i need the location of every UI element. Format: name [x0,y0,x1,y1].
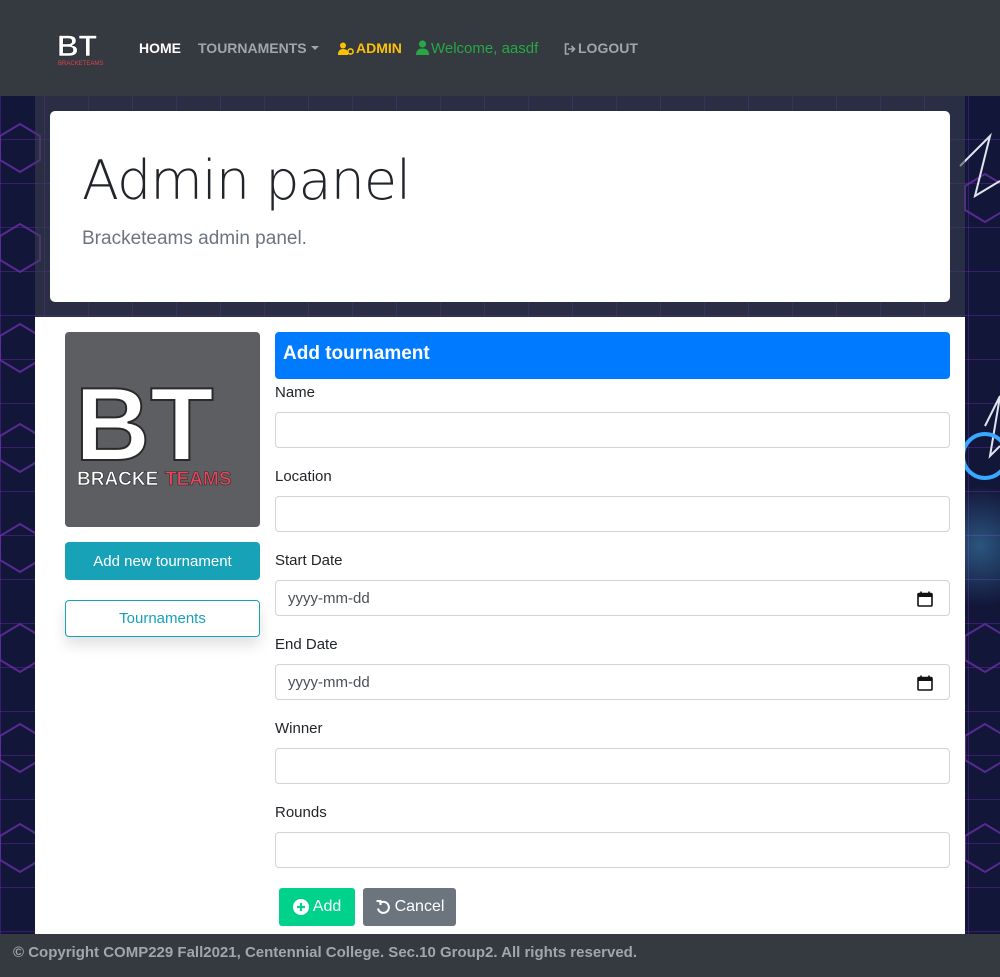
page-title: Admin panel [82,149,411,212]
start-date-placeholder: yyyy-mm-dd [288,589,370,607]
end-date-label: End Date [275,636,338,653]
nav-welcome-label: Welcome, aasdf [431,40,539,57]
caret-down-icon [310,46,319,50]
page-subtitle: Bracketeams admin panel. [82,228,307,249]
nav-admin-label: ADMIN [356,40,402,56]
location-label: Location [275,468,332,485]
brand-logo[interactable]: BT BRACKETEAMS [57,30,111,68]
brand-logo-text: BT [57,30,97,63]
winner-input[interactable] [275,748,950,784]
sign-out-icon [564,43,576,55]
add-button-label: Add [312,898,342,915]
name-label: Name [275,384,316,401]
cancel-button[interactable]: Cancel [363,888,456,926]
sidebar-logo-subtext-b: TEAMS [165,469,232,490]
start-date-label: Start Date [275,552,343,569]
footer: © Copyright COMP229 Fall2021, Centennial… [0,934,1000,977]
nav-welcome[interactable]: Welcome, aasdf [416,40,538,57]
nav-home[interactable]: HOME [139,40,181,56]
end-date-placeholder: yyyy-mm-dd [288,673,370,691]
cancel-button-label: Cancel [394,898,445,915]
rounds-label: Rounds [275,804,327,821]
sidebar-logo-subtext-a: BRACKE [77,469,158,490]
plus-circle-icon [292,899,309,915]
sidebar-logo-text: BT [75,367,214,483]
brand-logo-subtext: BRACKETEAMS [58,61,103,67]
user-icon [416,40,429,55]
undo-icon [376,900,390,914]
nav-logout-label: LOGOUT [578,40,638,56]
navbar: BT BRACKETEAMS HOME TOURNAMENTS ADMIN We… [0,0,1000,96]
jumbotron: Admin panel Bracketeams admin panel. [50,111,950,302]
start-date-input[interactable]: yyyy-mm-dd [275,580,950,616]
add-button[interactable]: Add [279,888,355,926]
form-title: Add tournament [275,332,950,379]
nav-tournaments-dropdown[interactable]: TOURNAMENTS [198,40,319,56]
name-input[interactable] [275,412,950,448]
add-new-tournament-button[interactable]: Add new tournament [65,542,260,580]
nav-home-label: HOME [139,40,181,56]
nav-admin[interactable]: ADMIN [338,40,402,56]
sidebar-logo: BT BRACKE TEAMS [65,332,260,527]
tournaments-button[interactable]: Tournaments [65,600,260,637]
nav-logout[interactable]: LOGOUT [564,40,638,56]
calendar-icon[interactable] [917,591,933,607]
calendar-icon[interactable] [917,675,933,691]
winner-label: Winner [275,720,323,737]
user-cog-icon [338,42,354,55]
rounds-input[interactable] [275,832,950,868]
location-input[interactable] [275,496,950,532]
footer-copyright: © Copyright COMP229 Fall2021, Centennial… [13,944,638,961]
nav-tournaments-label: TOURNAMENTS [198,40,307,56]
end-date-input[interactable]: yyyy-mm-dd [275,664,950,700]
